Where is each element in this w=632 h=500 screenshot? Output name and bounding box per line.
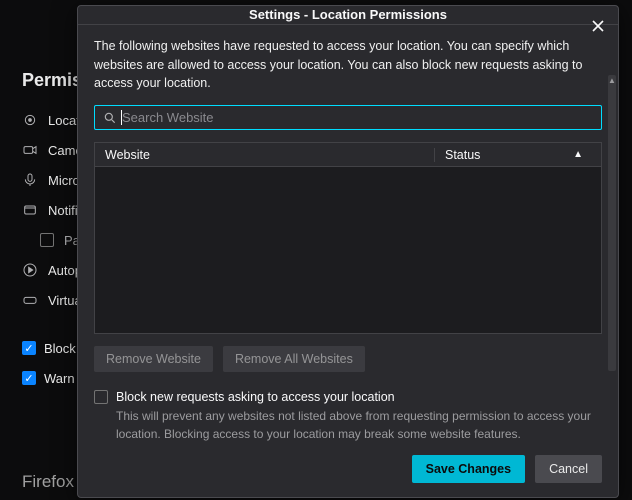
camera-icon: [22, 142, 38, 158]
search-input[interactable]: [122, 110, 593, 125]
websites-table: Website Status ▲: [94, 142, 602, 334]
dialog-title: Settings - Location Permissions: [249, 7, 447, 22]
microphone-icon: [22, 172, 38, 188]
scroll-up-icon: ▲: [608, 75, 616, 87]
dialog-scrollbar[interactable]: ▲: [608, 75, 616, 371]
vr-icon: [22, 292, 38, 308]
cancel-button[interactable]: Cancel: [535, 455, 602, 483]
location-permissions-dialog: Settings - Location Permissions ▲ The fo…: [77, 5, 619, 498]
search-icon: [103, 111, 117, 125]
autoplay-icon: [22, 262, 38, 278]
checkbox-icon[interactable]: [40, 233, 54, 247]
sort-caret-icon: ▲: [573, 149, 583, 160]
dialog-header: Settings - Location Permissions: [78, 6, 618, 25]
block-new-description: This will prevent any websites not liste…: [116, 408, 602, 443]
block-new-checkbox[interactable]: [94, 390, 108, 404]
save-changes-button[interactable]: Save Changes: [412, 455, 525, 483]
dialog-footer: Save Changes Cancel: [78, 443, 618, 497]
checkbox-icon[interactable]: [22, 371, 36, 385]
remove-website-button[interactable]: Remove Website: [94, 346, 213, 372]
search-website-field[interactable]: [94, 105, 602, 130]
location-icon: [22, 112, 38, 128]
block-new-label: Block new requests asking to access your…: [116, 390, 395, 404]
remove-all-websites-button[interactable]: Remove All Websites: [223, 346, 365, 372]
notifications-icon: [22, 202, 38, 218]
col-website[interactable]: Website: [95, 148, 435, 162]
col-status[interactable]: Status ▲: [435, 148, 601, 162]
checkbox-icon[interactable]: [22, 341, 36, 355]
col-status-label: Status: [445, 148, 480, 162]
table-header: Website Status ▲: [95, 143, 601, 167]
table-body-empty: [95, 167, 601, 333]
block-new-requests-row[interactable]: Block new requests asking to access your…: [94, 390, 602, 404]
dialog-intro-text: The following websites have requested to…: [94, 37, 602, 93]
